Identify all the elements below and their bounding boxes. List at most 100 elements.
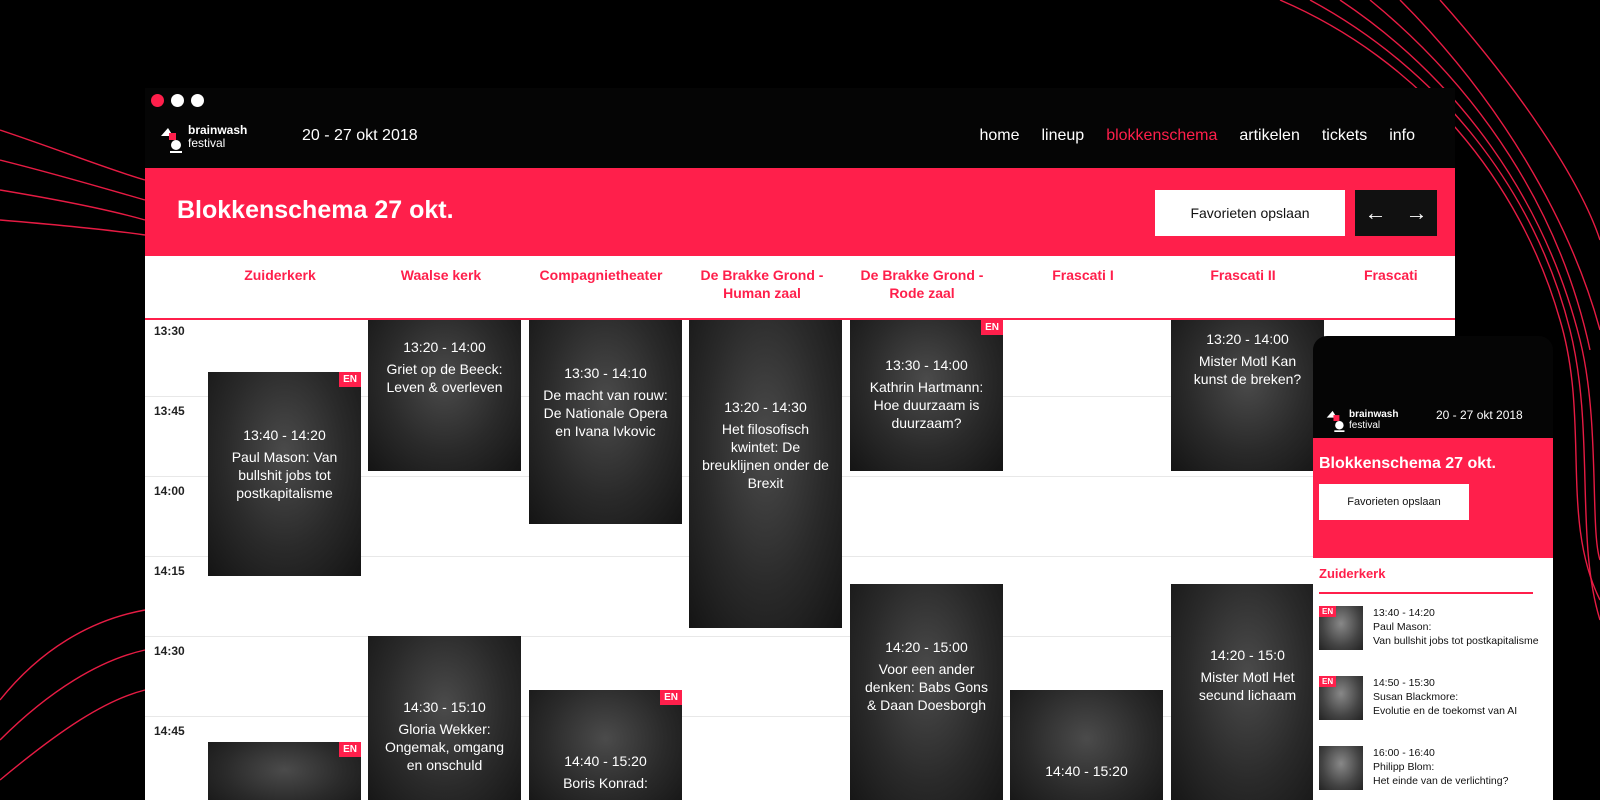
mobile-date: 20 - 27 okt 2018 xyxy=(1436,408,1523,422)
event-title: Paul Mason: Van bullshit jobs tot postka… xyxy=(231,449,338,501)
venue-compagnietheater: Compagnietheater xyxy=(539,267,663,283)
event-card[interactable]: EN 13:40 - 14:20 Paul Mason: Van bullshit… xyxy=(208,372,361,576)
arrow-left-icon[interactable]: ← xyxy=(1365,200,1387,226)
event-title: Kathrin Hartmann: Hoe duurzaam is duurza… xyxy=(869,379,984,431)
time-label: 14:00 xyxy=(154,484,185,498)
event-card[interactable]: 14:30 - 15:10 Gloria Wekker: Ongemak, omg… xyxy=(368,636,521,800)
en-badge: EN xyxy=(981,320,1003,335)
maximize-dot[interactable] xyxy=(191,94,204,107)
event-card[interactable]: 13:30 - 14:10 De macht van rouw: De Natio… xyxy=(529,320,682,524)
item-speaker: Susan Blackmore: xyxy=(1373,691,1459,703)
en-badge: EN xyxy=(660,690,682,705)
day-pager: ← → xyxy=(1355,190,1437,236)
en-badge: EN xyxy=(1319,606,1337,617)
window-controls xyxy=(151,94,204,107)
mobile-list-item[interactable]: EN 13:40 - 14:20 Paul Mason: Van bullshi… xyxy=(1319,606,1539,662)
event-card[interactable]: 13:20 - 14:00 Mister Motl Kan kunst de br… xyxy=(1171,320,1324,471)
mobile-banner: Blokkenschema 27 okt. Favorieten opslaan xyxy=(1313,438,1553,558)
event-time: 14:40 - 15:20 xyxy=(1045,763,1128,779)
event-title: Het filosofisch kwintet: De breuklijnen … xyxy=(702,421,829,491)
schedule-grid: 13:30 13:45 14:00 14:15 14:30 14:45 EN 1… xyxy=(145,320,1455,800)
main-nav: home lineup blokkenschema artikelen tick… xyxy=(979,127,1415,145)
event-card[interactable]: EN xyxy=(208,742,361,800)
venue-zuiderkerk: Zuiderkerk xyxy=(244,267,316,283)
mobile-save-favorites-button[interactable]: Favorieten opslaan xyxy=(1319,484,1469,520)
event-card[interactable]: 13:20 - 14:30 Het filosofisch kwintet: De… xyxy=(689,320,842,628)
brainwash-logo[interactable]: brainwash festival xyxy=(159,124,249,154)
venue-header-row: Zuiderkerk Waalse kerk Compagnietheater … xyxy=(145,256,1455,320)
page-title: Blokkenschema 27 okt. xyxy=(177,196,454,224)
event-title: Mister Motl Het secund lichaam xyxy=(1198,669,1297,703)
event-title: De macht van rouw: De Nationale Opera en… xyxy=(543,387,668,439)
venue-brakke-grond-rode: De Brakke Grond - Rode zaal xyxy=(860,267,984,301)
time-label: 13:45 xyxy=(154,404,185,418)
item-time: 13:40 - 14:20 xyxy=(1373,607,1435,619)
item-title: Evolutie en de toekomst van AI xyxy=(1373,705,1518,717)
event-title: Voor een ander denken: Babs Gons & Daan … xyxy=(865,661,988,713)
mobile-logo-line2: festival xyxy=(1349,420,1381,431)
item-time: 14:50 - 15:30 xyxy=(1373,677,1435,689)
event-time: 13:30 - 14:10 xyxy=(564,365,647,381)
close-dot[interactable] xyxy=(151,94,164,107)
event-time: 14:30 - 15:10 xyxy=(403,699,486,715)
mobile-page-title: Blokkenschema 27 okt. xyxy=(1319,455,1496,472)
event-time: 14:20 - 15:00 xyxy=(885,639,968,655)
item-speaker: Paul Mason: xyxy=(1373,621,1432,633)
venue-waalse-kerk: Waalse kerk xyxy=(400,267,482,283)
item-speaker: Philipp Blom: xyxy=(1373,761,1435,773)
mobile-venue-title: Zuiderkerk xyxy=(1319,566,1386,581)
event-time: 14:20 - 15:0 xyxy=(1210,647,1285,663)
nav-info[interactable]: info xyxy=(1389,127,1415,145)
minimize-dot[interactable] xyxy=(171,94,184,107)
mobile-schedule-list: Zuiderkerk EN 13:40 - 14:20 Paul Mason: … xyxy=(1313,558,1553,800)
en-badge: EN xyxy=(339,372,361,387)
event-card[interactable]: EN 13:30 - 14:00 Kathrin Hartmann: Hoe du… xyxy=(850,320,1003,471)
event-card[interactable]: EN 14:40 - 15:20 Boris Konrad: xyxy=(529,690,682,800)
event-title: Gloria Wekker: Ongemak, omgang en onschu… xyxy=(384,721,505,773)
event-title: Boris Konrad: xyxy=(563,775,648,791)
browser-window: brainwash festival 20 - 27 okt 2018 home… xyxy=(145,88,1455,800)
festival-date: 20 - 27 okt 2018 xyxy=(302,127,418,144)
event-title: Mister Motl Kan kunst de breken? xyxy=(1193,353,1302,387)
item-time: 16:00 - 16:40 xyxy=(1373,747,1435,759)
item-title: Het einde van de verlichting? xyxy=(1373,775,1509,787)
venue-brakke-grond-human: De Brakke Grond - Human zaal xyxy=(700,267,824,301)
nav-tickets[interactable]: tickets xyxy=(1322,127,1367,145)
event-card[interactable]: 14:40 - 15:20 xyxy=(1010,690,1163,800)
nav-home[interactable]: home xyxy=(979,127,1019,145)
event-card[interactable]: 14:20 - 15:00 Voor een ander denken: Babs… xyxy=(850,584,1003,800)
speaker-photo xyxy=(208,742,361,800)
venue-frascati-1: Frascati I xyxy=(1052,267,1114,283)
event-time: 13:30 - 14:00 xyxy=(885,357,968,373)
mobile-logo[interactable]: brainwash festival xyxy=(1325,409,1398,438)
time-label: 14:30 xyxy=(154,644,185,658)
event-card[interactable]: 14:20 - 15:0 Mister Motl Het secund licha… xyxy=(1171,584,1324,800)
mobile-list-item[interactable]: 16:00 - 16:40 Philipp Blom: Het einde va… xyxy=(1319,746,1539,800)
time-label: 14:15 xyxy=(154,564,185,578)
event-time: 13:20 - 14:00 xyxy=(1206,331,1289,347)
logo-line2: festival xyxy=(188,136,226,150)
logo-mark-icon xyxy=(161,128,182,153)
speaker-thumbnail xyxy=(1319,746,1363,790)
schedule-banner: Blokkenschema 27 okt. Favorieten opslaan… xyxy=(145,168,1455,256)
mobile-list-item[interactable]: EN 14:50 - 15:30 Susan Blackmore: Evolut… xyxy=(1319,676,1539,732)
event-title: Griet op de Beeck: Leven & overleven xyxy=(386,361,503,395)
venue-underline xyxy=(1319,592,1533,594)
nav-artikelen[interactable]: artikelen xyxy=(1239,127,1299,145)
nav-blokkenschema[interactable]: blokkenschema xyxy=(1106,127,1217,145)
venue-frascati-3: Frascati xyxy=(1364,267,1418,283)
arrow-right-icon[interactable]: → xyxy=(1406,200,1428,226)
event-time: 13:40 - 14:20 xyxy=(243,427,326,443)
mobile-logo-line1: brainwash xyxy=(1349,409,1399,420)
site-header: brainwash festival 20 - 27 okt 2018 home… xyxy=(145,110,1455,165)
event-time: 13:20 - 14:00 xyxy=(403,339,486,355)
en-badge: EN xyxy=(339,742,361,757)
event-card[interactable]: 13:20 - 14:00 Griet op de Beeck: Leven & … xyxy=(368,320,521,471)
time-label: 14:45 xyxy=(154,724,185,738)
time-label: 13:30 xyxy=(154,324,185,338)
mobile-preview: brainwash festival 20 - 27 okt 2018 Blok… xyxy=(1313,336,1553,800)
venue-frascati-2: Frascati II xyxy=(1210,267,1276,283)
en-badge: EN xyxy=(1319,676,1337,687)
nav-lineup[interactable]: lineup xyxy=(1042,127,1085,145)
save-favorites-button[interactable]: Favorieten opslaan xyxy=(1155,190,1345,236)
